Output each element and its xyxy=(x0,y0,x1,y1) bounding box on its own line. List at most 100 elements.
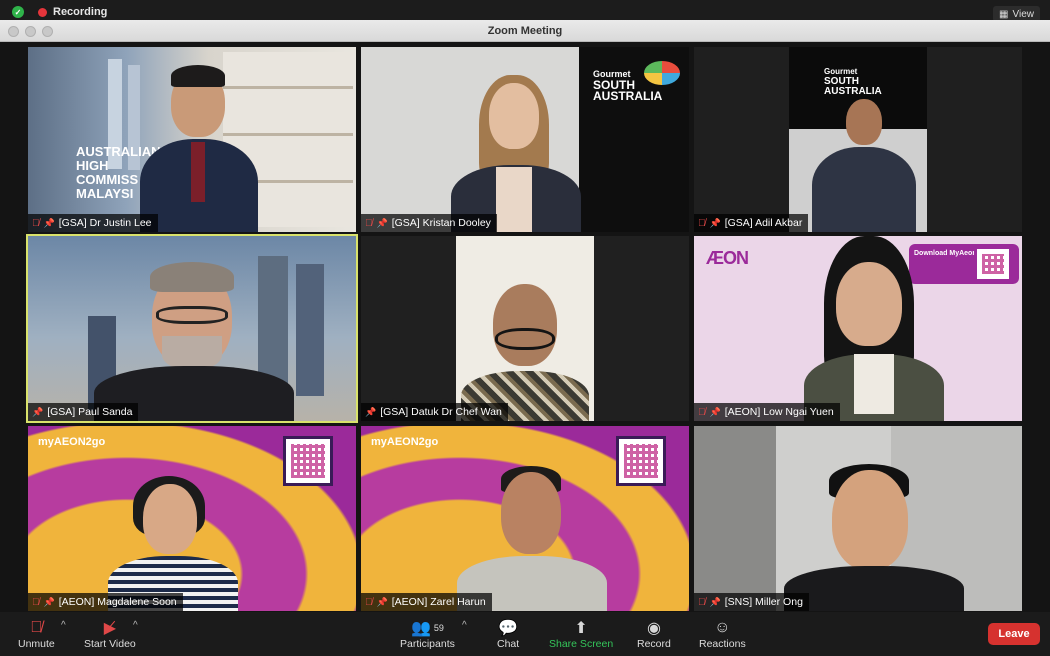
window-titlebar: Zoom Meeting xyxy=(0,20,1050,42)
reactions-label: Reactions xyxy=(699,638,746,650)
reactions-button[interactable]: ☺ Reactions xyxy=(699,618,746,650)
mic-muted-icon: 🎙̸ xyxy=(365,596,373,608)
aeon-logo: ÆON xyxy=(706,248,749,268)
window-controls xyxy=(8,26,53,37)
mic-muted-icon: 🎙̸ xyxy=(698,406,706,418)
blouse xyxy=(854,354,894,414)
mic-muted-icon: 🎙̸ xyxy=(32,596,40,608)
video-tile-7[interactable]: myAEON2go 🎙̸ 📌 [AEON] Magdalene Soon xyxy=(28,426,356,611)
participant-body xyxy=(784,566,964,611)
qr-code xyxy=(974,246,1012,282)
view-label: View xyxy=(1012,8,1035,20)
video-feed: AUSTRALIAN HIGH COMMISS MALAYSI xyxy=(28,47,356,232)
share-screen-icon: ⬆ xyxy=(574,620,588,637)
video-tile-5[interactable]: 📌 [GSA] Datuk Dr Chef Wan xyxy=(361,236,689,421)
backdrop-text: myAEON2go xyxy=(38,436,106,448)
participant-name: [GSA] Adil Akbar xyxy=(724,217,803,229)
video-feed xyxy=(361,236,689,421)
mic-muted-icon: 🎙̸ xyxy=(698,217,706,229)
participant-nametag: 🎙̸ 📌 [AEON] Low Ngai Yuen xyxy=(694,403,840,421)
video-feed: myAEON2go xyxy=(28,426,356,611)
grid-icon: ▦ xyxy=(999,8,1009,20)
video-feed: Gourmet SOUTH AUSTRALIA xyxy=(694,47,1022,232)
system-top-strip: ✓ Recording ▦ View xyxy=(0,0,1050,22)
recording-dot-icon xyxy=(38,7,47,17)
start-video-button[interactable]: ▶̸ Start Video xyxy=(84,618,136,650)
video-tile-8[interactable]: myAEON2go 🎙̸ 📌 [AEON] Zarel Harun xyxy=(361,426,689,611)
recording-label: Recording xyxy=(53,6,108,18)
participant-name: [GSA] Paul Sanda xyxy=(47,406,133,418)
video-tile-6[interactable]: ÆON Download MyAeon App 🎙̸ 📌 [AEON] Low … xyxy=(694,236,1022,421)
beard xyxy=(162,336,222,370)
video-feed xyxy=(28,236,356,421)
pin-icon: 📌 xyxy=(43,217,55,228)
participant-head xyxy=(501,472,561,554)
unmute-label: Unmute xyxy=(18,638,55,650)
audio-options-chevron-icon[interactable]: ^ xyxy=(61,620,66,631)
zoom-window-button[interactable] xyxy=(42,26,53,37)
participant-nametag: 🎙̸ 📌 [SNS] Miller Ong xyxy=(694,593,809,611)
backdrop-text: myAEON2go xyxy=(371,436,439,448)
qr-code xyxy=(283,436,333,486)
participant-nametag: 🎙̸ 📌 [GSA] Dr Justin Lee xyxy=(28,214,158,232)
participant-nametag: 🎙̸ 📌 [AEON] Magdalene Soon xyxy=(28,593,183,611)
participant-nametag: 📌 [GSA] Datuk Dr Chef Wan xyxy=(361,403,508,421)
meeting-toolbar: 🎙̸ Unmute ^ ▶̸ Start Video ^ 👥 59 Partici… xyxy=(0,612,1050,656)
video-off-icon: ▶̸ xyxy=(103,620,117,637)
video-feed: myAEON2go xyxy=(361,426,689,611)
participant-name: [AEON] Low Ngai Yuen xyxy=(724,406,834,418)
participant-name: [GSA] Kristan Dooley xyxy=(391,217,491,229)
glasses xyxy=(156,306,228,324)
unmute-button[interactable]: 🎙̸ Unmute xyxy=(18,618,55,650)
leave-button[interactable]: Leave xyxy=(988,623,1040,645)
logo-graphic xyxy=(644,61,680,85)
glasses xyxy=(495,328,555,350)
video-tile-9[interactable]: 🎙̸ 📌 [SNS] Miller Ong xyxy=(694,426,1022,611)
video-tile-4[interactable]: 📌 [GSA] Paul Sanda xyxy=(26,234,358,423)
scarf xyxy=(496,167,532,232)
record-label: Record xyxy=(637,638,671,650)
video-options-chevron-icon[interactable]: ^ xyxy=(133,620,138,631)
participant-head xyxy=(143,484,197,554)
hair xyxy=(171,65,225,87)
participant-head xyxy=(489,83,539,149)
mic-muted-icon: 🎙̸ xyxy=(365,217,373,229)
minimize-window-button[interactable] xyxy=(25,26,36,37)
participant-head xyxy=(836,262,902,346)
pin-icon: 📌 xyxy=(376,217,388,228)
video-feed: ÆON Download MyAeon App xyxy=(694,236,1022,421)
window-title: Zoom Meeting xyxy=(487,25,563,37)
participant-name: [GSA] Datuk Dr Chef Wan xyxy=(380,406,502,418)
participant-nametag: 🎙̸ 📌 [GSA] Kristan Dooley xyxy=(361,214,497,232)
participants-button[interactable]: 👥 59 Participants xyxy=(400,618,455,650)
participant-nametag: 🎙̸ 📌 [AEON] Zarel Harun xyxy=(361,593,492,611)
participants-label: Participants xyxy=(400,638,455,650)
video-tile-2[interactable]: Gourmet SOUTH AUSTRALIA 🎙̸ 📌 [GSA] Krist… xyxy=(361,47,689,232)
tower-shape xyxy=(296,264,324,396)
pin-icon: 📌 xyxy=(32,406,44,417)
qr-code xyxy=(616,436,666,486)
pin-icon: 📌 xyxy=(43,596,55,607)
participants-count: 59 xyxy=(433,623,444,633)
pin-icon: 📌 xyxy=(376,596,388,607)
participant-head xyxy=(832,470,908,570)
participants-options-chevron-icon[interactable]: ^ xyxy=(462,620,467,631)
participant-name: [AEON] Zarel Harun xyxy=(391,596,486,608)
video-tile-1[interactable]: AUSTRALIAN HIGH COMMISS MALAYSI 🎙̸ 📌 [GS… xyxy=(28,47,356,232)
participants-icon: 👥 59 xyxy=(410,620,444,637)
pin-icon: 📌 xyxy=(709,596,721,607)
pin-icon: 📌 xyxy=(709,406,721,417)
record-icon: ◉ xyxy=(646,620,661,637)
share-screen-button[interactable]: ⬆ Share Screen xyxy=(549,618,613,650)
participant-name: [AEON] Magdalene Soon xyxy=(58,596,177,608)
participant-nametag: 🎙̸ 📌 [GSA] Adil Akbar xyxy=(694,214,809,232)
start-video-label: Start Video xyxy=(84,638,136,650)
recording-indicator[interactable]: ✓ Recording xyxy=(12,6,107,18)
close-window-button[interactable] xyxy=(8,26,19,37)
video-feed: Gourmet SOUTH AUSTRALIA xyxy=(361,47,689,232)
mic-muted-icon: 🎙̸ xyxy=(32,217,40,229)
chat-button[interactable]: 💬 Chat xyxy=(497,618,519,650)
video-tile-3[interactable]: Gourmet SOUTH AUSTRALIA 🎙̸ 📌 [GSA] Adil … xyxy=(694,47,1022,232)
record-button[interactable]: ◉ Record xyxy=(637,618,671,650)
hair xyxy=(150,262,234,292)
